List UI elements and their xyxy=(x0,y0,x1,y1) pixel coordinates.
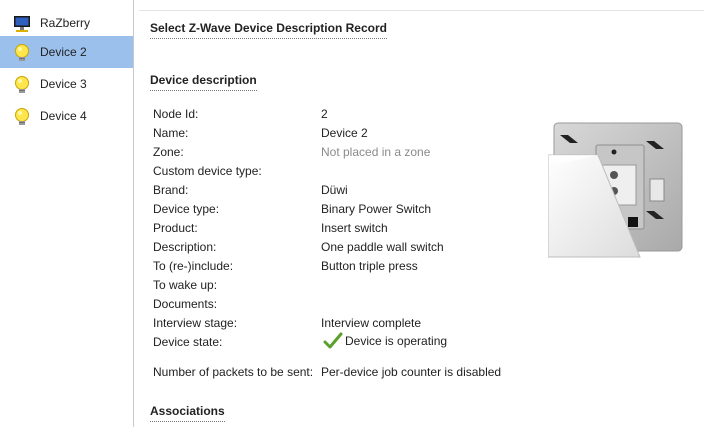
field-row-include: To (re-)include: Button triple press xyxy=(153,258,573,277)
field-label: Device state: xyxy=(153,335,223,349)
field-row-description: Description: One paddle wall switch xyxy=(153,239,573,258)
device-state-value: Device is operating xyxy=(323,332,447,350)
field-row-brand: Brand: Düwi xyxy=(153,182,573,201)
field-row-custom-device-type: Custom device type: xyxy=(153,163,573,182)
field-label: Description: xyxy=(153,240,217,254)
field-value: Button triple press xyxy=(321,259,418,273)
field-row-documents: Documents: xyxy=(153,296,573,315)
field-row-wake-up: To wake up: xyxy=(153,277,573,296)
lightbulb-icon xyxy=(15,44,29,61)
field-label: Name: xyxy=(153,126,189,140)
field-value: 2 xyxy=(321,107,328,121)
field-value: Insert switch xyxy=(321,221,388,235)
lightbulb-icon xyxy=(15,108,29,125)
field-row-product: Product: Insert switch xyxy=(153,220,573,239)
field-label: Interview stage: xyxy=(153,316,238,330)
field-label: Documents: xyxy=(153,297,218,311)
field-row-device-type: Device type: Binary Power Switch xyxy=(153,201,573,220)
page-title[interactable]: Select Z-Wave Device Description Record xyxy=(150,21,387,39)
field-label: Brand: xyxy=(153,183,189,197)
device-fields: Node Id: 2 Name: Device 2 Zone: Not plac… xyxy=(153,106,573,383)
field-value: Not placed in a zone xyxy=(321,145,431,159)
field-label: Number of packets to be sent: xyxy=(153,365,314,379)
field-value: Binary Power Switch xyxy=(321,202,432,216)
field-row-packets: Number of packets to be sent: Per-device… xyxy=(153,364,573,383)
panel-border xyxy=(139,10,704,11)
sidebar-item-device-3[interactable]: Device 3 xyxy=(0,68,133,100)
field-label: Product: xyxy=(153,221,198,235)
field-label: Node Id: xyxy=(153,107,199,121)
field-row-device-state: Device state: Device is operating xyxy=(153,332,573,353)
sidebar-item-label: Device 3 xyxy=(40,77,87,91)
field-label: Device type: xyxy=(153,202,220,216)
field-row-node-id: Node Id: 2 xyxy=(153,106,573,125)
checkmark-icon xyxy=(323,332,343,349)
sidebar-item-label: Device 4 xyxy=(40,109,87,123)
field-label: To (re-)include: xyxy=(153,259,234,273)
sidebar-item-device-2[interactable]: Device 2 xyxy=(0,36,133,68)
field-value: Device 2 xyxy=(321,126,368,140)
field-value: Per-device job counter is disabled xyxy=(321,365,502,379)
sidebar-item-label: Device 2 xyxy=(40,45,87,59)
device-sidebar: RaZberry Device 2 Device 3 Device 4 xyxy=(0,0,134,427)
sidebar-item-device-4[interactable]: Device 4 xyxy=(0,100,133,132)
device-detail-panel: Select Z-Wave Device Description Record … xyxy=(133,0,710,427)
field-value: One paddle wall switch xyxy=(321,240,444,254)
field-value: Device is operating xyxy=(345,334,448,348)
sidebar-item-razberry[interactable]: RaZberry xyxy=(0,10,133,36)
field-value: Düwi xyxy=(321,183,348,197)
field-row-name: Name: Device 2 xyxy=(153,125,573,144)
field-row-zone: Zone: Not placed in a zone xyxy=(153,144,573,163)
field-label: To wake up: xyxy=(153,278,218,292)
field-value: Interview complete xyxy=(321,316,422,330)
section-heading-device-description: Device description xyxy=(150,73,257,91)
sidebar-item-label: RaZberry xyxy=(40,16,91,30)
computer-icon xyxy=(14,16,30,32)
lightbulb-icon xyxy=(15,76,29,93)
device-image xyxy=(548,122,683,258)
field-label: Custom device type: xyxy=(153,164,262,178)
field-label: Zone: xyxy=(153,145,184,159)
section-heading-associations: Associations xyxy=(150,404,225,422)
